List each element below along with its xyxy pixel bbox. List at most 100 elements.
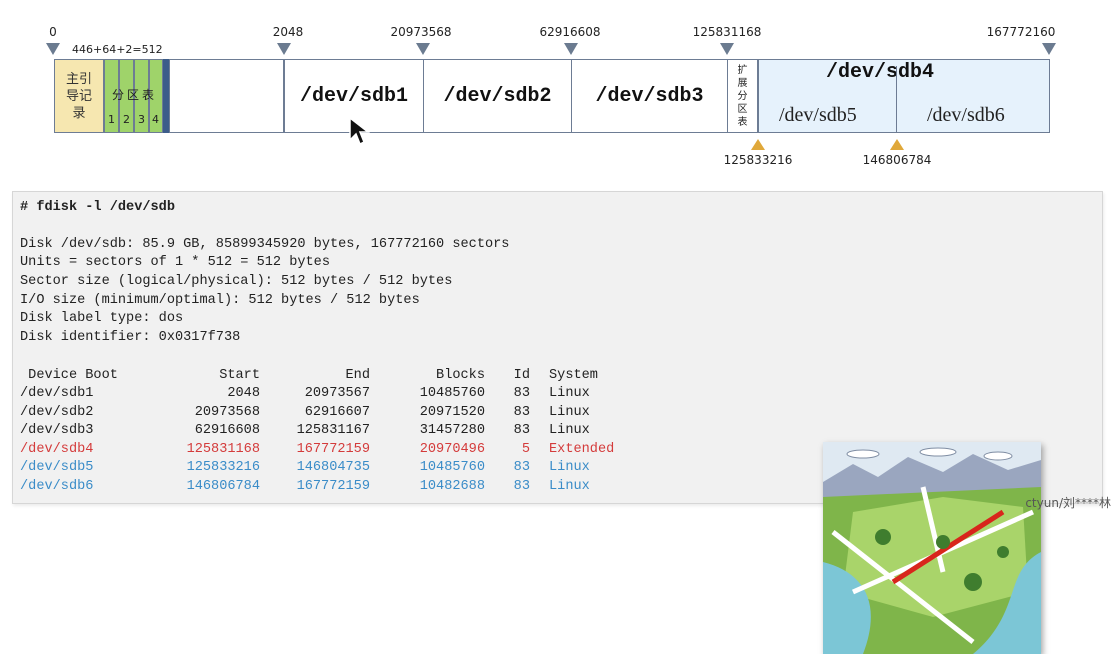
header-id: Id	[513, 368, 530, 383]
partition-diagram: 0 2048 20973568 62916608 125831168 16777…	[0, 0, 1117, 185]
cell-id: 83	[513, 460, 530, 476]
tick-label: 167772160	[986, 25, 1056, 39]
watermark: ctyun/刘****林	[1025, 496, 1111, 510]
command-line: # fdisk -l /dev/sdb	[20, 200, 175, 215]
cell-blocks: 10482688	[419, 479, 485, 494]
header-end: End	[345, 368, 370, 383]
partition-table-number: 4	[152, 113, 159, 126]
partition-table-label: 区	[127, 88, 140, 102]
table-row: /dev/sdb5 125833216 146804735 10485760 83 Lin…	[20, 459, 660, 477]
cell-end: 146804735	[296, 460, 370, 476]
cell-id: 83	[513, 404, 530, 420]
cell-blocks: 10485760	[419, 460, 485, 476]
cell-system: Linux	[549, 423, 590, 439]
ext-table-char: 分	[737, 91, 748, 102]
ext-table-char: 展	[737, 78, 748, 89]
logical-divider	[896, 66, 897, 132]
sector-marker-icon	[46, 43, 60, 55]
table-row: /dev/sdb4 125831168 167772159 20970496 5 Exte…	[20, 441, 660, 459]
cell-system: Linux	[549, 479, 590, 494]
header-device: Device Boot	[20, 368, 118, 383]
tick-label: 125831168	[692, 25, 762, 39]
cell-device: /dev/sdb3	[20, 423, 94, 439]
partition-table-label: 分	[112, 88, 125, 102]
ext-table-char: 区	[737, 104, 748, 115]
logical-partition-sdb5: /dev/sdb5	[779, 104, 857, 126]
cell-system: Linux	[549, 460, 590, 476]
header-blocks: Blocks	[436, 368, 485, 383]
logical-start-marker-icon	[751, 139, 765, 150]
table-row: /dev/sdb1 2048 20973567 10485760 83 Linux	[20, 385, 660, 403]
cell-blocks: 20971520	[419, 404, 485, 420]
cell-device: /dev/sdb2	[20, 404, 94, 420]
info-line: I/O size (minimum/optimal): 512 bytes / …	[20, 293, 420, 308]
cell-blocks: 10485760	[419, 386, 485, 401]
ext-table-char: 表	[737, 117, 748, 128]
cell-start: 125831168	[186, 441, 260, 457]
cell-id: 83	[513, 386, 530, 401]
table-row: /dev/sdb6 146806784 167772159 10482688 83 Lin…	[20, 478, 660, 496]
cell-device: /dev/sdb6	[20, 479, 94, 494]
mbr-size-label: 446+64+2=512	[72, 43, 163, 56]
mbr-block: 主引 导记 录	[54, 59, 104, 133]
partition-sdb3: /dev/sdb3	[571, 59, 728, 133]
mbr-label: 主引	[65, 72, 92, 87]
cell-device: /dev/sdb5	[20, 460, 94, 476]
mbr-label: 录	[72, 106, 86, 121]
cell-system: Linux	[549, 404, 590, 420]
partition-table-label: 表	[142, 88, 155, 102]
table-row: /dev/sdb2 20973568 62916607 20971520 83 Linux	[20, 404, 660, 422]
cell-start: 2048	[227, 386, 260, 401]
tick-label: 2048	[272, 25, 304, 39]
sector-marker-icon	[416, 43, 430, 55]
logical-partition-sdb6: /dev/sdb6	[927, 104, 1005, 126]
table-header: Device Boot Start End Blocks Id System	[20, 367, 660, 385]
cell-id: 83	[513, 423, 530, 439]
cell-end: 125831167	[296, 423, 370, 439]
cell-blocks: 20970496	[419, 441, 485, 457]
extended-partition-label: /dev/sdb4	[826, 61, 935, 84]
cell-start: 146806784	[186, 479, 260, 494]
cell-blocks: 31457280	[419, 423, 485, 439]
logical-start-marker-icon	[890, 139, 904, 150]
info-line: Sector size (logical/physical): 512 byte…	[20, 274, 453, 289]
partition-table-number: 2	[123, 113, 130, 126]
sector-marker-icon	[720, 43, 734, 55]
partition-table-number: 1	[108, 113, 115, 126]
mouse-pointer-icon	[349, 116, 371, 146]
bottom-tick-label: 146806784	[862, 153, 932, 167]
tick-label: 20973568	[390, 25, 452, 39]
extended-partition-table: 扩 展 分 区 表	[727, 59, 758, 133]
mbr-label: 导记	[65, 89, 92, 104]
landscape-illustration	[823, 442, 1041, 654]
info-line: Disk /dev/sdb: 85.9 GB, 85899345920 byte…	[20, 237, 510, 252]
cell-end: 167772159	[296, 441, 370, 457]
cell-start: 62916608	[194, 423, 260, 439]
info-line: Disk identifier: 0x0317f738	[20, 330, 241, 345]
header-system: System	[549, 368, 598, 383]
cell-device: /dev/sdb1	[20, 386, 94, 401]
tick-label: 0	[49, 25, 57, 39]
table-row: /dev/sdb3 62916608 125831167 31457280 83 Linu…	[20, 422, 660, 440]
partition-table-number: 3	[138, 113, 145, 126]
cell-system: Extended	[549, 441, 615, 457]
cell-end: 20973567	[304, 386, 370, 401]
cell-device: /dev/sdb4	[20, 441, 94, 457]
info-line: Units = sectors of 1 * 512 = 512 bytes	[20, 255, 330, 270]
cell-start: 20973568	[194, 404, 260, 420]
bottom-tick-label: 125833216	[723, 153, 793, 167]
ext-table-char: 扩	[737, 65, 748, 76]
unallocated-gap	[169, 59, 284, 133]
sector-marker-icon	[1042, 43, 1056, 55]
cell-end: 62916607	[304, 404, 370, 420]
cell-id: 5	[521, 441, 530, 457]
cell-id: 83	[513, 479, 530, 494]
cell-system: Linux	[549, 386, 590, 401]
cell-end: 167772159	[296, 479, 370, 494]
sector-marker-icon	[277, 43, 291, 55]
partition-sdb2: /dev/sdb2	[423, 59, 572, 133]
header-start: Start	[219, 368, 260, 383]
sector-marker-icon	[564, 43, 578, 55]
cell-start: 125833216	[186, 460, 260, 476]
terminal-output: # fdisk -l /dev/sdb Disk /dev/sdb: 85.9 …	[12, 191, 1103, 654]
